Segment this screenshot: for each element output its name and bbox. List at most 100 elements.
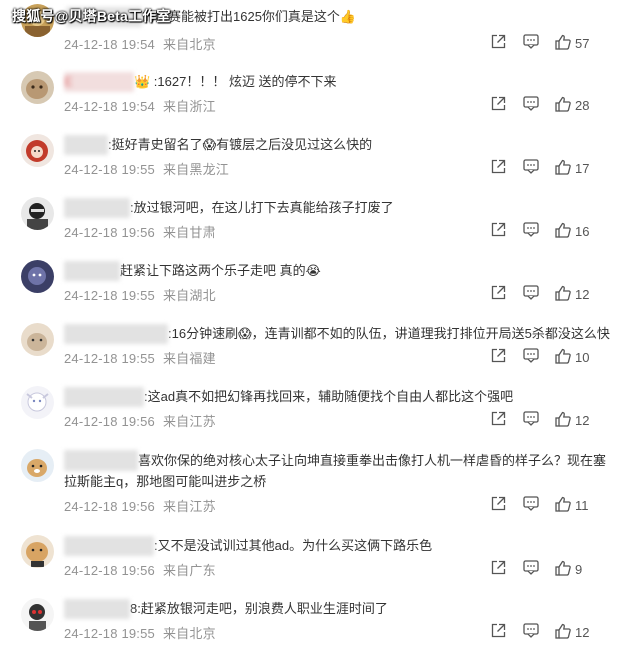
username[interactable]: E: [64, 72, 134, 92]
username[interactable]: [64, 198, 130, 218]
comment-item: :这ad真不如把幻锋再找回来，辅助随便找个自由人都比这个强吧 24-12-18 …: [0, 378, 631, 441]
comment-actions: 16: [491, 222, 631, 242]
comment-date: 24-12-18 19:55: [64, 162, 155, 177]
share-icon[interactable]: [491, 285, 506, 300]
avatar[interactable]: [21, 260, 54, 293]
thumbs-up-icon[interactable]: [555, 159, 571, 175]
comment-actions: 10: [491, 348, 631, 368]
comment-icon[interactable]: [523, 496, 539, 511]
thumbs-up-icon[interactable]: [555, 96, 571, 112]
username[interactable]: [64, 599, 130, 619]
comment-location: 来自浙江: [162, 99, 216, 114]
comment-icon[interactable]: [523, 34, 539, 49]
username[interactable]: [64, 135, 108, 155]
comment-meta: 24-12-18 19:56 来自甘肃: [64, 222, 216, 241]
username[interactable]: [64, 536, 154, 556]
comment-date: 24-12-18 19:54: [64, 37, 155, 52]
comment-text-line: :挺好青史留名了😱有镀层之后没见过这么快的: [64, 135, 623, 155]
comment-meta: 24-12-18 19:55 来自北京: [64, 623, 216, 642]
comment-actions: 28: [491, 96, 631, 116]
thumbs-up-icon[interactable]: [555, 34, 571, 50]
comment-item: 赶紧让下路这两个乐子走吧 真的😭 24-12-18 19:55 来自湖北 12: [0, 252, 631, 315]
comment-icon[interactable]: [523, 560, 539, 575]
comment-text-line: :放过银河吧，在这儿打下去真能给孩子打废了: [64, 198, 623, 218]
avatar[interactable]: [21, 323, 54, 356]
comment-actions: 12: [491, 285, 631, 305]
comment-icon[interactable]: [523, 222, 539, 237]
thumbs-up-icon[interactable]: [555, 411, 571, 427]
comment-location: 来自江苏: [162, 499, 216, 514]
username[interactable]: [64, 261, 120, 281]
avatar[interactable]: [21, 598, 54, 631]
share-icon[interactable]: [491, 222, 506, 237]
comment-actions: 12: [491, 623, 631, 643]
like-count: 10: [575, 350, 590, 365]
comment-date: 24-12-18 19:56: [64, 225, 155, 240]
thumbs-up-icon[interactable]: [555, 348, 571, 364]
share-icon[interactable]: [491, 496, 506, 511]
comment-location: 来自湖北: [162, 288, 216, 303]
avatar[interactable]: [21, 197, 54, 230]
comment-text-line: E 👑 :1627！！！ 炫迈 送的停不下来: [64, 72, 623, 92]
comment-item: :放过银河吧，在这儿打下去真能给孩子打废了 24-12-18 19:56 来自甘肃…: [0, 189, 631, 252]
comment-meta: 24-12-18 19:54 来自浙江: [64, 96, 216, 115]
thumbs-up-icon[interactable]: [555, 285, 571, 301]
comment-date: 24-12-18 19:55: [64, 288, 155, 303]
like-count: 11: [575, 498, 589, 513]
username[interactable]: [64, 387, 144, 407]
like-count: 28: [575, 98, 590, 113]
comment-item: :挺好青史留名了😱有镀层之后没见过这么快的 24-12-18 19:55 来自黑龙…: [0, 126, 631, 189]
thumbs-up-icon[interactable]: [555, 222, 571, 238]
comment-icon[interactable]: [523, 411, 539, 426]
username[interactable]: [64, 324, 168, 344]
comment-meta: 24-12-18 19:55 来自湖北: [64, 285, 216, 304]
avatar[interactable]: [21, 449, 54, 482]
thumbs-up-icon[interactable]: [555, 560, 571, 576]
comment-location: 来自江苏: [162, 414, 216, 429]
comment-actions: 57: [491, 34, 631, 54]
thumbs-up-icon[interactable]: [555, 496, 571, 512]
comment-text: 喜欢你保的绝对核心太子让向坤直接重拳出击像打人机一样虐昏的样子么？现在塞拉斯能主…: [64, 453, 607, 489]
share-icon[interactable]: [491, 560, 506, 575]
comment-item: 喜欢你保的绝对核心太子让向坤直接重拳出击像打人机一样虐昏的样子么？现在塞拉斯能主…: [0, 441, 631, 524]
comment-text: :16分钟速刷😱，连青训都不如的队伍，讲道理我打排位开局送5杀都没这么快: [168, 326, 610, 341]
comment-meta: 24-12-18 19:56 来自江苏: [64, 411, 216, 430]
comment-text-line: :这ad真不如把幻锋再找回来，辅助随便找个自由人都比这个强吧: [64, 387, 623, 407]
share-icon[interactable]: [491, 34, 506, 49]
comment-date: 24-12-18 19:55: [64, 351, 155, 366]
comment-item: 8:赶紧放银河走吧，别浪费人职业生涯时间了 24-12-18 19:55 来自北京…: [0, 590, 631, 653]
comment-location: 来自福建: [162, 351, 216, 366]
share-icon[interactable]: [491, 623, 506, 638]
share-icon[interactable]: [491, 348, 506, 363]
comment-date: 24-12-18 19:55: [64, 626, 155, 641]
avatar[interactable]: [21, 386, 54, 419]
share-icon[interactable]: [491, 159, 506, 174]
comment-actions: 11: [491, 496, 631, 516]
avatar[interactable]: [21, 134, 54, 167]
comment-icon[interactable]: [523, 623, 539, 638]
comment-text-line: 赶紧让下路这两个乐子走吧 真的😭: [64, 261, 623, 281]
comment-text-line: 喜欢你保的绝对核心太子让向坤直接重拳出击像打人机一样虐昏的样子么？现在塞拉斯能主…: [64, 450, 613, 492]
avatar[interactable]: [21, 71, 54, 104]
username[interactable]: [64, 450, 138, 471]
avatar[interactable]: [21, 535, 54, 568]
comment-meta: 24-12-18 19:55 来自黑龙江: [64, 159, 229, 178]
comment-text: 👑 :1627！！！ 炫迈 送的停不下来: [134, 74, 337, 89]
comment-text-line: :16分钟速刷😱，连青训都不如的队伍，讲道理我打排位开局送5杀都没这么快: [64, 324, 623, 344]
share-icon[interactable]: [491, 96, 506, 111]
watermark: 搜狐号@贝塔Beta工作室: [12, 8, 171, 24]
comment-icon[interactable]: [523, 348, 539, 363]
thumbs-up-icon[interactable]: [555, 623, 571, 639]
comment-text: :又不是没试训过其他ad。为什么买这俩下路乐色: [154, 538, 433, 553]
comment-location: 来自甘肃: [162, 225, 216, 240]
comment-icon[interactable]: [523, 96, 539, 111]
comment-icon[interactable]: [523, 159, 539, 174]
comment-icon[interactable]: [523, 285, 539, 300]
like-count: 16: [575, 224, 590, 239]
like-count: 57: [575, 36, 590, 51]
comment-text-line: 8:赶紧放银河走吧，别浪费人职业生涯时间了: [64, 599, 623, 619]
share-icon[interactable]: [491, 411, 506, 426]
like-count: 9: [575, 562, 583, 577]
comment-date: 24-12-18 19:56: [64, 563, 155, 578]
comment-location: 来自北京: [162, 37, 216, 52]
